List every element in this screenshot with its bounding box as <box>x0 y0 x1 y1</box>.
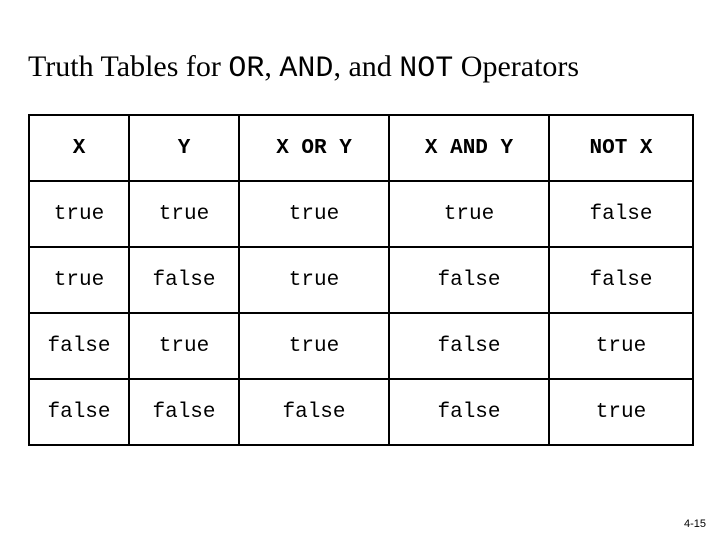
title-text-2: Operators <box>453 50 579 83</box>
cell: true <box>549 313 693 379</box>
cell: false <box>239 379 389 445</box>
truth-table: X Y X OR Y X AND Y NOT X true true true … <box>28 114 694 446</box>
cell: true <box>129 313 239 379</box>
cell: true <box>239 181 389 247</box>
table-row: false false false false true <box>29 379 693 445</box>
col-header-x: X <box>29 115 129 181</box>
page-title: Truth Tables for OR, AND, and NOT Operat… <box>28 50 692 86</box>
cell: false <box>129 247 239 313</box>
cell: false <box>29 313 129 379</box>
cell: true <box>29 181 129 247</box>
slide: Truth Tables for OR, AND, and NOT Operat… <box>0 0 720 540</box>
cell: true <box>29 247 129 313</box>
col-header-x-or-y: X OR Y <box>239 115 389 181</box>
cell: false <box>389 247 549 313</box>
cell: false <box>389 313 549 379</box>
cell: false <box>549 181 693 247</box>
col-header-y: Y <box>129 115 239 181</box>
col-header-not-x: NOT X <box>549 115 693 181</box>
cell: true <box>129 181 239 247</box>
title-op-not: NOT <box>399 52 453 86</box>
slide-number: 4-15 <box>684 518 706 530</box>
col-header-x-and-y: X AND Y <box>389 115 549 181</box>
table-row: true false true false false <box>29 247 693 313</box>
title-sep-1: , <box>264 50 279 83</box>
table-row: true true true true false <box>29 181 693 247</box>
table-row: false true true false true <box>29 313 693 379</box>
title-text-1: Truth Tables for <box>28 50 228 83</box>
cell: false <box>549 247 693 313</box>
title-sep-2: , and <box>333 50 399 83</box>
cell: true <box>389 181 549 247</box>
title-op-or: OR <box>228 52 264 86</box>
cell: true <box>239 247 389 313</box>
title-op-and: AND <box>279 52 333 86</box>
cell: true <box>549 379 693 445</box>
cell: false <box>129 379 239 445</box>
cell: true <box>239 313 389 379</box>
cell: false <box>29 379 129 445</box>
cell: false <box>389 379 549 445</box>
table-header-row: X Y X OR Y X AND Y NOT X <box>29 115 693 181</box>
